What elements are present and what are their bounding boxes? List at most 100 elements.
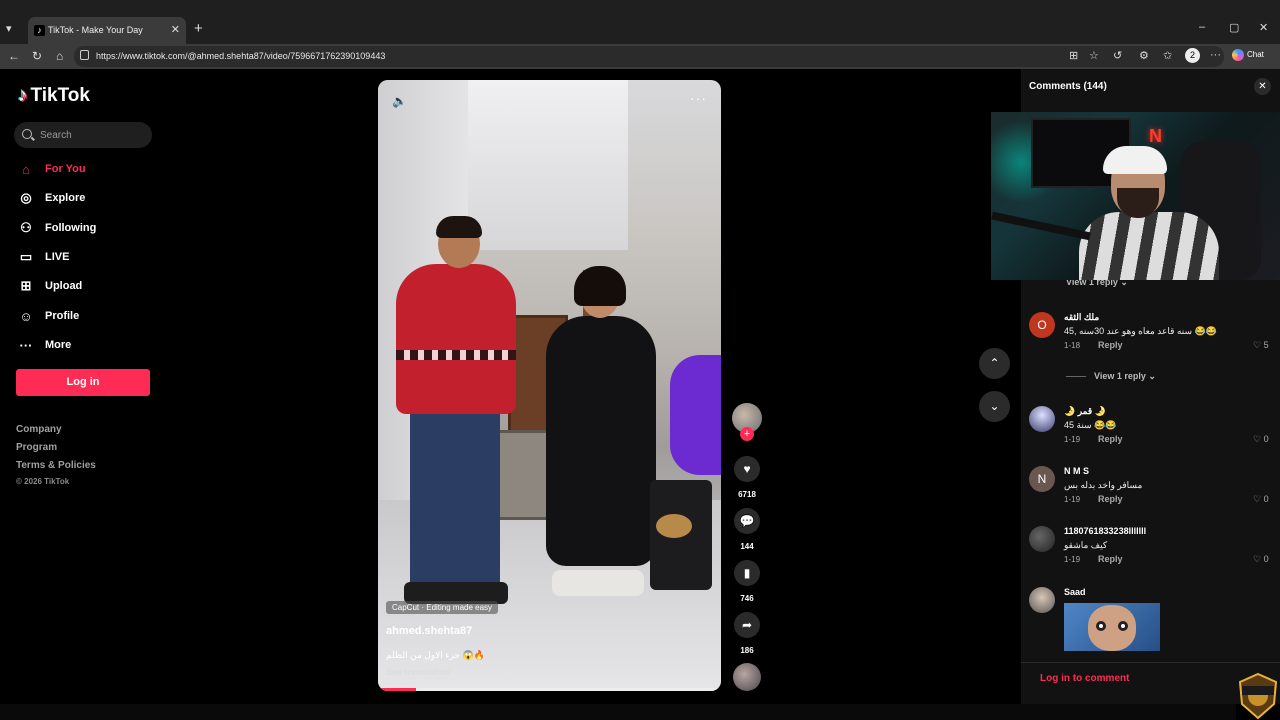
share-count: 186 [740,646,754,655]
search-icon [22,129,32,139]
video-progress-bar[interactable] [378,688,721,691]
nav-upload[interactable]: ⊞ Upload [18,276,83,296]
following-icon: ⚇ [20,220,32,235]
comment-like-count: 0 [1263,554,1269,564]
heart-outline-icon: ♡ [1253,340,1262,350]
comment-date: 1-18 [1064,341,1081,350]
browser-tab[interactable]: ♪ TikTok - Make Your Day ✕ [28,17,186,44]
like-heart-icon[interactable]: ♥ [734,456,760,482]
comment-count: 144 [740,542,754,551]
site-info-icon[interactable] [80,50,89,60]
neon-sign: N [1149,126,1162,146]
comment-like-button[interactable]: ♡ 0 [1253,554,1269,565]
comments-title: Comments (144) [1029,81,1107,92]
follow-plus-icon[interactable]: + [740,427,754,441]
extensions-icon[interactable]: ⚙ [1139,49,1149,62]
share-arrow-icon[interactable]: ➦ [734,612,760,638]
comment-username[interactable]: 1180761833238lllllll [1064,526,1146,536]
video-scene-person-purple [670,355,721,475]
back-icon[interactable]: ← [8,49,20,63]
url-text: https://www.tiktok.com/@ahmed.shehta87/v… [96,51,386,61]
music-disc-icon[interactable] [733,663,761,691]
comment-image[interactable] [1064,603,1160,651]
comment-username[interactable]: 🌛 قمر 🌛 [1064,406,1106,417]
copyright: © 2026 TikTok [16,477,70,486]
logo-text: TikTok [30,85,90,106]
login-to-comment-link[interactable]: Log in to comment [1040,673,1129,684]
channel-shield-logo [1238,672,1278,720]
comment-username[interactable]: Saad [1064,587,1086,597]
favorites-icon[interactable]: ✩ [1163,49,1172,62]
view-replies-link[interactable]: View 1 reply ⌄ [1066,371,1156,382]
nav-profile[interactable]: ☺ Profile [18,306,79,326]
video-more-icon[interactable]: ··· [690,90,707,106]
comment-avatar[interactable] [1029,587,1055,613]
comment-like-button[interactable]: ♡ 0 [1253,494,1269,505]
volume-icon[interactable]: 🔈 [392,94,407,108]
comment-reply-button[interactable]: Reply [1098,494,1123,504]
comment-reply-button[interactable]: Reply [1098,340,1123,350]
nav-following[interactable]: ⚇ Following [18,218,96,238]
favorite-star-icon[interactable]: ☆ [1089,49,1099,62]
tiktok-logo[interactable]: ♪ TikTok [18,85,90,107]
nav-more[interactable]: ··· More [18,335,72,355]
home-icon: ⌂ [22,161,30,177]
comment-reply-button[interactable]: Reply [1098,554,1123,564]
nav-label: Upload [45,280,83,292]
tiktok-favicon-icon: ♪ [34,25,45,36]
comment-like-button[interactable]: ♡ 0 [1253,434,1269,445]
new-tab-button[interactable]: + [194,20,203,37]
search-input[interactable]: Search [14,122,152,148]
nav-for-you[interactable]: ⌂ For You [18,159,86,179]
footer-program-link[interactable]: Program [16,442,57,453]
maximize-button[interactable]: ▢ [1229,21,1239,34]
comment-text: مسافر واخد بدله بس [1064,480,1143,490]
browser-tab-strip: ▾ ♪ TikTok - Make Your Day ✕ + – ▢ ✕ [0,0,1280,44]
comment-reply-button[interactable]: Reply [1098,434,1123,444]
video-progress-fill [378,688,416,691]
reload-icon[interactable]: ↻ [32,49,42,63]
login-button[interactable]: Log in [16,369,150,396]
previous-video-chevron-up-icon[interactable]: ⌃ [979,348,1010,379]
profile-avatar[interactable]: 2 [1185,48,1200,63]
refresh-extension-icon[interactable]: ↺ [1113,49,1122,62]
nav-label: LIVE [45,251,70,263]
address-bar[interactable]: https://www.tiktok.com/@ahmed.shehta87/v… [74,46,1224,67]
nav-explore[interactable]: ◎ Explore [18,188,85,208]
comment-avatar[interactable] [1029,406,1055,432]
comment-avatar[interactable]: N [1029,466,1055,492]
footer-terms-link[interactable]: Terms & Policies [16,460,96,471]
apps-icon[interactable]: ⊞ [1069,49,1078,62]
comment-avatar[interactable]: O [1029,312,1055,338]
comment-username[interactable]: ملك الثقه [1064,312,1099,323]
home-icon[interactable]: ⌂ [56,49,63,63]
minimize-button[interactable]: – [1199,21,1205,33]
footer-company-link[interactable]: Company [16,424,62,435]
comment-like-count: 0 [1263,434,1269,444]
video-author[interactable]: ahmed.shehta87 [386,625,472,637]
video-caption: جزء الاول من الظلم 😱🔥 [386,650,485,660]
tab-close-icon[interactable]: ✕ [171,23,180,36]
tab-list-chevron-icon[interactable]: ▾ [6,22,20,36]
settings-more-icon[interactable]: ··· [1210,49,1221,61]
video-player[interactable]: 🔈 ··· CapCut · Editing made easy ahmed.s… [378,80,721,691]
capcut-badge[interactable]: CapCut · Editing made easy [386,601,499,614]
comment-text: كيف ماشقو [1064,540,1108,550]
copilot-chat-button[interactable]: Chat [1232,49,1264,61]
comment-avatar[interactable] [1029,526,1055,552]
comment-text: 45, سنه قاعد معاه وهو عند 30سنه 😂😂 [1064,326,1217,336]
comment-username[interactable]: N M S [1064,466,1089,476]
next-video-chevron-down-icon[interactable]: ⌄ [979,391,1010,422]
comment-date: 1-19 [1064,435,1081,444]
comment-like-button[interactable]: ♡ 5 [1253,340,1269,351]
nav-label: For You [45,163,86,175]
comment-date: 1-19 [1064,555,1081,564]
bookmark-icon[interactable]: ▮ [734,560,760,586]
nav-live[interactable]: ▭ LIVE [18,247,70,267]
close-comments-icon[interactable]: ✕ [1254,78,1271,95]
video-person-red-hoodie [396,216,516,640]
close-window-button[interactable]: ✕ [1259,21,1268,34]
tiktok-note-icon: ♪ [18,85,28,106]
comment-icon[interactable]: 💬 [734,508,760,534]
see-translation-link[interactable]: See translation [386,667,451,677]
